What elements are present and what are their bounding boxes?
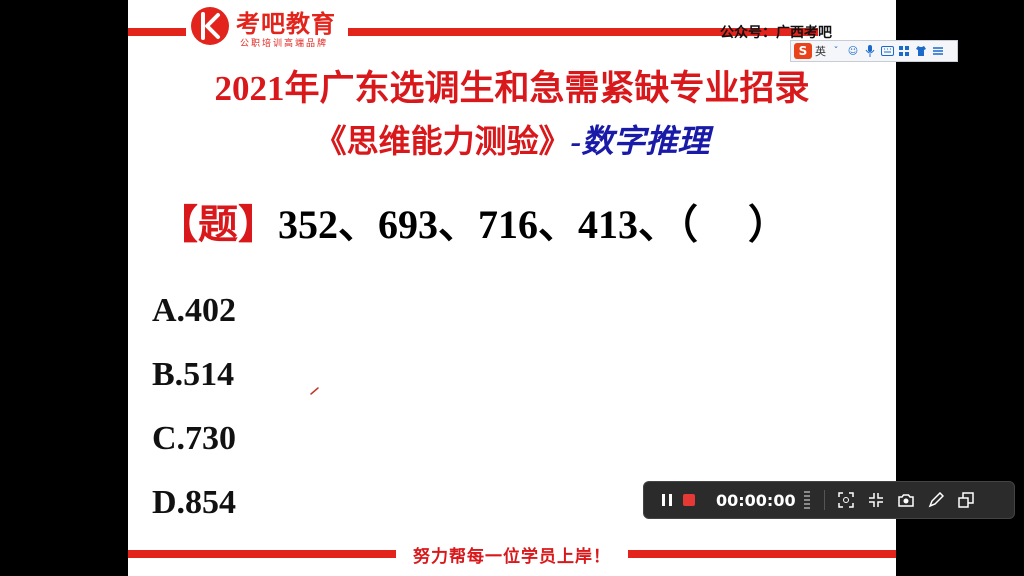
window-mode-icon — [957, 492, 974, 508]
question: 【题】352、693、716、413、（ ） — [158, 192, 788, 250]
keyboard-icon[interactable] — [880, 44, 894, 58]
option-b: B.514 — [152, 356, 235, 393]
emoji-icon[interactable]: ☺ — [846, 44, 860, 58]
slide-title: 2021年广东选调生和急需紧缺专业招录 — [214, 69, 810, 108]
annotate-button[interactable] — [925, 489, 947, 511]
screenshot-button[interactable] — [895, 489, 917, 511]
shrink-icon — [868, 493, 883, 507]
region-select-button[interactable] — [835, 489, 857, 511]
pen-icon — [928, 492, 944, 508]
stop-button[interactable] — [678, 489, 700, 511]
brand-tagline: 公职培训高端品牌 — [240, 39, 329, 49]
wechat-account: 公众号：广西考吧 — [720, 25, 832, 41]
ime-language-toggle[interactable]: 英 — [815, 43, 826, 59]
subtitle-topic: -数字推理 — [570, 123, 710, 159]
brand-logo: 考吧教育 公职培训高端品牌 — [190, 4, 350, 52]
screen-recorder-bar: 00:00:00 — [643, 481, 1015, 519]
window-mode-button[interactable] — [955, 489, 977, 511]
question-sequence: 352、693、716、413、（ ） — [278, 202, 788, 247]
header-red-bar-left — [128, 28, 186, 36]
brand-name: 考吧教育 — [236, 10, 336, 38]
sogou-logo-icon[interactable]: S — [794, 43, 812, 59]
region-select-icon — [837, 492, 854, 508]
pause-icon — [662, 494, 672, 506]
option-d: D.854 — [152, 484, 237, 521]
pen-pointer-icon — [310, 387, 319, 395]
punctuation-icon[interactable]: ˇ — [829, 44, 843, 58]
camera-icon — [897, 494, 914, 507]
stop-icon — [683, 494, 695, 506]
microphone-icon[interactable] — [863, 44, 877, 58]
shrink-button[interactable] — [865, 489, 887, 511]
menu-grid-icon[interactable] — [931, 44, 945, 58]
option-a: A.402 — [152, 292, 237, 329]
question-label: 【题】 — [158, 202, 278, 247]
recording-timer: 00:00:00 — [716, 490, 796, 510]
option-c: C.730 — [152, 420, 237, 457]
footer-slogan: 努力帮每一位学员上岸！ — [413, 547, 611, 566]
audio-level-icon — [803, 491, 810, 509]
ime-toolbar[interactable]: S 英 ˇ ☺ — [790, 40, 958, 62]
slide-subtitle: 《思维能力测验》-数字推理 — [128, 116, 896, 162]
recorder-divider — [823, 490, 825, 510]
brand-logo-icon — [191, 7, 229, 45]
toolbox-icon[interactable] — [897, 44, 911, 58]
subtitle-main: 《思维能力测验》 — [314, 123, 571, 159]
pause-button[interactable] — [656, 489, 678, 511]
skin-shirt-icon[interactable] — [914, 44, 928, 58]
